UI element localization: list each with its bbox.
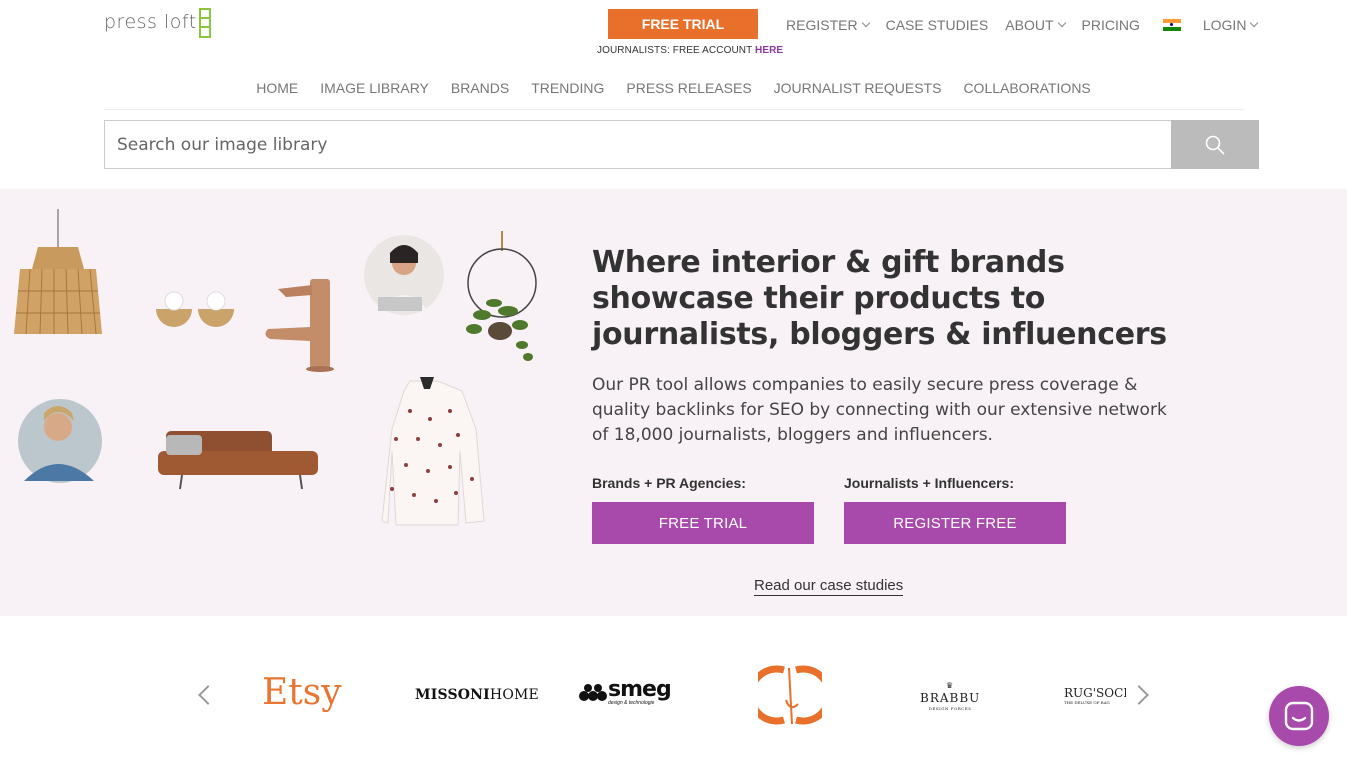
main-nav-press-releases[interactable]: PRESS RELEASES — [626, 80, 751, 96]
copper-tap-image — [265, 279, 334, 372]
smeg-logo[interactable]: smeg design & technologie — [578, 677, 672, 706]
brabbu-logo-tagline: DESIGN FORCES — [928, 706, 972, 711]
search-input[interactable] — [104, 120, 1171, 169]
nav-about-label: ABOUT — [1005, 17, 1054, 33]
main-nav-home[interactable]: HOME — [256, 80, 298, 96]
rug-society-logo-text: RUG'SOCIETY — [1064, 686, 1126, 700]
chat-icon — [1284, 701, 1314, 731]
case-studies-link[interactable]: Read our case studies — [754, 577, 904, 596]
india-flag-icon[interactable] — [1162, 18, 1181, 32]
smeg-logo-tagline: design & technologie — [608, 700, 655, 706]
main-nav-image-library[interactable]: IMAGE LIBRARY — [320, 80, 429, 96]
hero-product-collage — [14, 209, 537, 526]
nav-login[interactable]: LOGIN — [1202, 17, 1259, 33]
nav-register-label: REGISTER — [786, 17, 858, 33]
brands-agencies-label: Brands + PR Agencies: — [592, 475, 746, 491]
press-loft-logo[interactable]: press loft — [104, 8, 211, 38]
top-nav: REGISTER CASE STUDIES ABOUT PRICING LOGI… — [786, 17, 1274, 33]
ladder-icon — [198, 8, 211, 38]
rug-society-logo-tagline: THE DELUXE OF RAG — [1064, 700, 1110, 705]
nav-register[interactable]: REGISTER — [786, 17, 870, 33]
nav-divider — [104, 109, 1244, 110]
main-nav-journalist-requests[interactable]: JOURNALIST REQUESTS — [774, 80, 942, 96]
journalist-note-text: JOURNALISTS: FREE ACCOUNT — [597, 45, 755, 56]
hero-title: Where interior & gift brands showcase th… — [592, 245, 1167, 352]
smeg-dots-icon — [579, 684, 607, 701]
carousel-next-arrow-icon[interactable] — [1129, 685, 1149, 705]
brand-carousel: Etsy MISSONI HOME smeg design & technolog… — [0, 616, 1347, 765]
hero-section: Where interior & gift brands showcase th… — [0, 189, 1347, 616]
search-bar — [104, 120, 1259, 169]
patterned-shirt-image — [381, 377, 485, 526]
search-button[interactable] — [1171, 120, 1259, 169]
chevron-down-icon — [1250, 18, 1259, 28]
nav-login-label: LOGIN — [1202, 17, 1247, 33]
chat-launcher-button[interactable] — [1269, 686, 1329, 746]
rattan-lamp-image — [14, 209, 102, 335]
missoni-home-logo[interactable]: MISSONI HOME — [415, 687, 539, 703]
hanging-plant-image — [466, 231, 537, 361]
header-free-trial-button[interactable]: FREE TRIAL — [608, 9, 758, 39]
journalists-influencers-label: Journalists + Influencers: — [844, 475, 1014, 491]
nav-case-studies-label: CASE STUDIES — [885, 17, 989, 33]
journalist-here-link[interactable]: HERE — [755, 45, 783, 56]
register-free-button[interactable]: REGISTER FREE — [844, 502, 1066, 544]
orange-circle-logo[interactable] — [758, 664, 822, 728]
chevron-down-icon — [1057, 18, 1066, 28]
sofa-image — [158, 431, 318, 490]
brabbu-logo[interactable]: ♛ BRABBU DESIGN FORCES — [920, 681, 981, 712]
orange-brand-mark-icon — [758, 665, 822, 725]
man-portrait-image — [18, 399, 102, 483]
rug-society-logo[interactable]: RUG'SOCIETY THE DELUXE OF RAG — [1064, 686, 1126, 705]
brabbu-logo-text: BRABBU — [920, 691, 981, 705]
missoni-logo-light: HOME — [489, 687, 539, 703]
chevron-down-icon — [861, 18, 870, 28]
hero-free-trial-button[interactable]: FREE TRIAL — [592, 502, 814, 544]
nav-about[interactable]: ABOUT — [1005, 17, 1066, 33]
nav-pricing-label: PRICING — [1081, 17, 1140, 33]
smeg-logo-text: smeg — [608, 677, 672, 702]
brabbu-crown-icon: ♛ — [946, 681, 955, 690]
journalist-note: JOURNALISTS: FREE ACCOUNT HERE — [597, 45, 783, 56]
main-nav-collaborations[interactable]: COLLABORATIONS — [963, 80, 1090, 96]
main-nav-trending[interactable]: TRENDING — [531, 80, 604, 96]
logo-text: press loft — [104, 11, 197, 33]
missoni-logo-bold: MISSONI — [415, 687, 490, 703]
woman-portrait-image — [364, 235, 444, 315]
main-nav-brands[interactable]: BRANDS — [451, 80, 509, 96]
hero-description: Our PR tool allows companies to easily s… — [592, 375, 1167, 445]
wall-lights-image — [156, 291, 234, 327]
carousel-prev-arrow-icon[interactable] — [198, 685, 218, 705]
etsy-logo[interactable]: Etsy — [262, 672, 342, 713]
main-nav: HOME IMAGE LIBRARY BRANDS TRENDING PRESS… — [0, 80, 1347, 96]
nav-case-studies[interactable]: CASE STUDIES — [886, 17, 989, 33]
nav-pricing[interactable]: PRICING — [1082, 17, 1140, 33]
search-icon — [1205, 135, 1225, 154]
